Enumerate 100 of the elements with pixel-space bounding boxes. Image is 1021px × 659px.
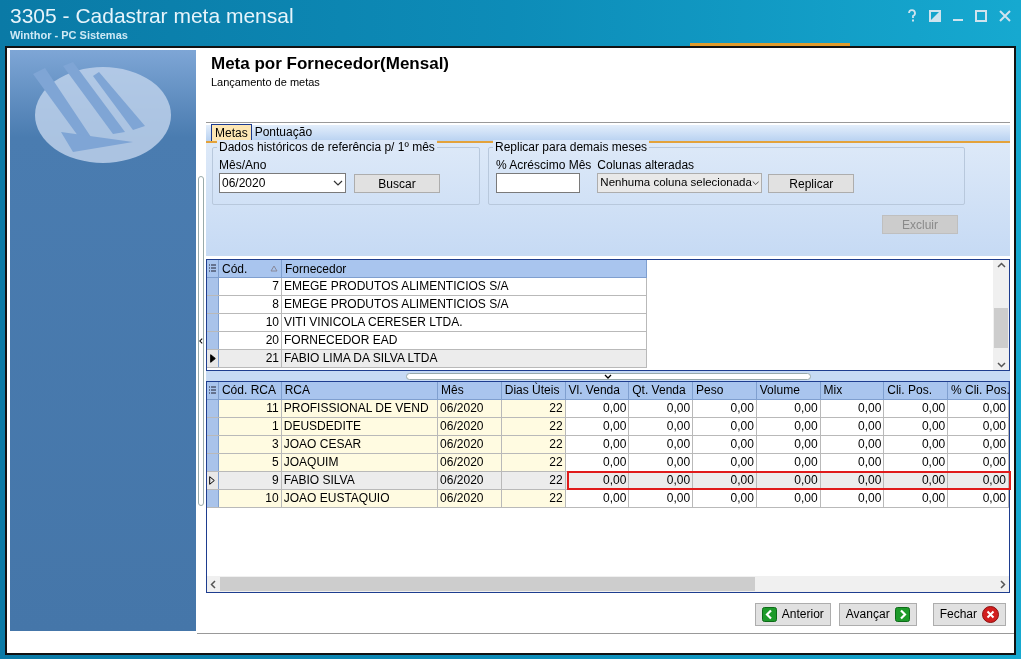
previous-button[interactable]: Anterior xyxy=(754,602,831,626)
table-row[interactable]: 5 JOAQUIM 06/2020 22 0,00 0,00 0,00 0,00 0,00 0,00 0,00 xyxy=(207,454,1009,472)
table-cell: 0,00 xyxy=(884,490,949,507)
table-row[interactable]: 8 EMEGE PRODUTOS ALIMENTICIOS S/A xyxy=(207,296,647,314)
table-cell: EMEGE PRODUTOS ALIMENTICIOS S/A xyxy=(282,296,647,313)
table-cell: PROFISSIONAL DE VEND xyxy=(281,400,439,417)
tab[interactable]: Metas xyxy=(211,124,252,141)
vertical-scrollbar[interactable] xyxy=(993,260,1009,370)
page-title: Meta por Fornecedor(Mensal) xyxy=(211,54,451,74)
close-button[interactable]: Fechar xyxy=(932,602,1006,626)
scroll-thumb[interactable] xyxy=(220,577,755,591)
table-cell: 0,00 xyxy=(948,454,1009,471)
search-button[interactable]: Buscar xyxy=(354,173,440,193)
table-cell: 06/2020 xyxy=(438,490,502,507)
help-icon[interactable] xyxy=(907,9,917,22)
scroll-thumb[interactable] xyxy=(994,308,1008,348)
replicate-button[interactable]: Replicar xyxy=(768,173,855,193)
sort-icon xyxy=(270,265,278,272)
table-cell: 0,00 xyxy=(756,436,821,453)
table-cell: 22 xyxy=(501,418,566,435)
table-cell: 3 xyxy=(218,436,282,453)
header-label: Fornecedor xyxy=(285,260,347,277)
close-icon xyxy=(982,605,999,623)
scroll-up-icon[interactable] xyxy=(996,262,1006,268)
table-cell: 10 xyxy=(218,490,282,507)
table-row[interactable]: 3 JOAO CESAR 06/2020 22 0,00 0,00 0,00 0,00 0,00 0,00 0,00 xyxy=(207,436,1009,454)
table-cell: 22 xyxy=(501,400,566,417)
table-row[interactable]: 20 FORNECEDOR EAD xyxy=(207,332,647,350)
column-header[interactable]: Cód. RCA xyxy=(218,382,282,399)
column-chooser-icon[interactable] xyxy=(209,264,216,273)
table-cell: 0,00 xyxy=(820,472,885,489)
column-header[interactable]: Cli. Pos. xyxy=(884,382,949,399)
group-legend: Replicar para demais meses xyxy=(493,140,650,154)
column-header[interactable]: Qt. Venda xyxy=(629,382,694,399)
table-cell: JOAO EUSTAQUIO xyxy=(281,490,439,507)
table-row[interactable]: 9 FABIO SILVA 06/2020 22 0,00 0,00 0,00 0,00 0,00 0,00 0,00 xyxy=(207,472,1009,490)
table-cell: 22 xyxy=(501,472,566,489)
table-cell: 0,00 xyxy=(884,418,949,435)
tab[interactable]: Pontuação xyxy=(251,124,316,141)
restore-icon[interactable] xyxy=(929,9,941,22)
column-header[interactable]: Vl. Venda xyxy=(565,382,630,399)
table-row[interactable]: 11 PROFISSIONAL DE VEND 06/2020 22 0,00 0,00 0,00 0,00 0,00 0,00 0,00 xyxy=(207,400,1009,418)
dropdown-value: Nenhuma coluna selecionada xyxy=(600,175,752,191)
table-row[interactable]: 10 JOAO EUSTAQUIO 06/2020 22 0,00 0,00 0,00 0,00 0,00 0,00 0,00 xyxy=(207,490,1009,508)
row-indicator[interactable] xyxy=(207,350,219,367)
close-icon[interactable] xyxy=(999,9,1011,22)
column-header[interactable]: Mix xyxy=(820,382,885,399)
table-cell: JOAQUIM xyxy=(281,454,439,471)
column-header[interactable]: Peso xyxy=(693,382,757,399)
table-row[interactable]: 1 DEUSDEDITE 06/2020 22 0,00 0,00 0,00 0,00 0,00 0,00 0,00 xyxy=(207,418,1009,436)
group-legend: Dados históricos de referência p/ 1º mês xyxy=(217,140,437,154)
table-cell: 0,00 xyxy=(756,472,821,489)
table-cell: 0,00 xyxy=(693,400,757,417)
table-cell: 0,00 xyxy=(693,454,757,471)
chevron-down-icon xyxy=(333,180,343,186)
table-cell: 0,00 xyxy=(948,490,1009,507)
columns-dropdown[interactable]: Nenhuma coluna selecionada xyxy=(597,173,763,193)
table-cell: 0,00 xyxy=(948,436,1009,453)
column-header[interactable]: Volume xyxy=(756,382,821,399)
table-cell: 0,00 xyxy=(629,472,694,489)
table-cell: 0,00 xyxy=(948,418,1009,435)
table-cell: DEUSDEDITE xyxy=(281,418,439,435)
table-cell: 22 xyxy=(501,490,566,507)
percent-field[interactable] xyxy=(496,173,580,193)
grid-splitter[interactable] xyxy=(405,372,811,380)
table-cell: 0,00 xyxy=(629,490,694,507)
scroll-left-icon[interactable] xyxy=(210,579,216,589)
column-header[interactable]: Fornecedor xyxy=(282,260,647,277)
table-cell: 0,00 xyxy=(756,454,821,471)
table-cell: 0,00 xyxy=(820,400,885,417)
table-cell: 0,00 xyxy=(820,454,885,471)
field-label: Mês/Ano xyxy=(219,158,268,173)
table-cell: 06/2020 xyxy=(438,472,502,489)
table-row[interactable]: 21 FABIO LIMA DA SILVA LTDA xyxy=(207,350,647,368)
horizontal-scrollbar[interactable] xyxy=(207,576,1009,592)
table-cell: 1 xyxy=(218,418,282,435)
table-cell: 0,00 xyxy=(948,472,1009,489)
scroll-right-icon[interactable] xyxy=(1000,579,1006,589)
next-button[interactable]: Avançar xyxy=(838,602,917,626)
month-dropdown[interactable]: 06/2020 xyxy=(219,173,346,193)
column-header[interactable]: Cód. xyxy=(219,260,282,277)
row-indicator[interactable] xyxy=(207,472,219,489)
maximize-icon[interactable] xyxy=(975,9,987,22)
table-row[interactable]: 7 EMEGE PRODUTOS ALIMENTICIOS S/A xyxy=(207,278,647,296)
table-cell: 0,00 xyxy=(820,418,885,435)
table-cell: 06/2020 xyxy=(438,400,502,417)
table-cell: 0,00 xyxy=(565,490,630,507)
table-row[interactable]: 10 VITI VINICOLA CERESER LTDA. xyxy=(207,314,647,332)
table-cell: EMEGE PRODUTOS ALIMENTICIOS S/A xyxy=(282,278,647,295)
table-cell: 0,00 xyxy=(629,418,694,435)
column-chooser-icon[interactable] xyxy=(208,386,216,395)
scroll-down-icon[interactable] xyxy=(996,362,1006,368)
chevron-down-icon xyxy=(751,180,760,186)
column-header[interactable]: % Cli. Pos. xyxy=(948,382,1010,399)
table-cell: 0,00 xyxy=(629,454,694,471)
table-cell: 0,00 xyxy=(565,400,630,417)
column-header[interactable]: Dias Ùteis xyxy=(501,382,566,399)
table-cell: VITI VINICOLA CERESER LTDA. xyxy=(282,314,647,331)
column-header[interactable]: Mês xyxy=(438,382,502,399)
column-header[interactable]: RCA xyxy=(281,382,439,399)
